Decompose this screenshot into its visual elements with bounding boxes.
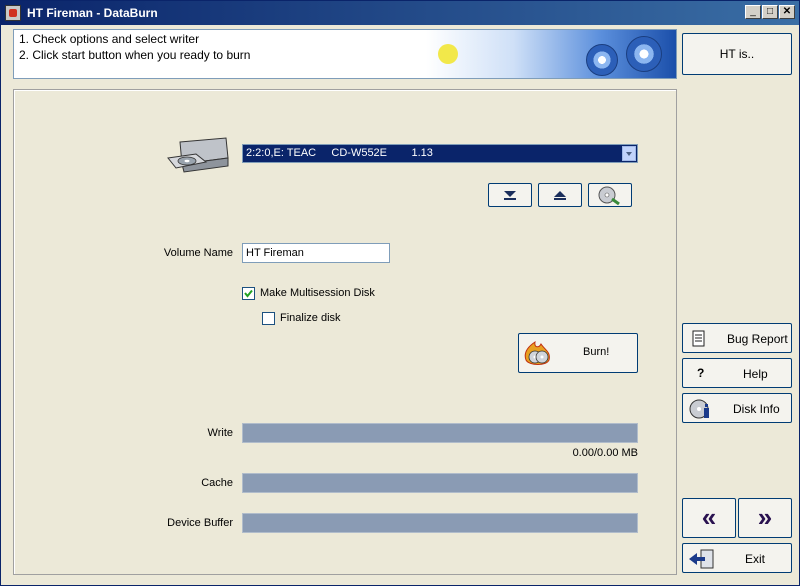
close-button[interactable]: ✕ bbox=[779, 5, 795, 19]
finalize-label[interactable]: Finalize disk bbox=[280, 312, 341, 324]
help-button[interactable]: ? Help bbox=[682, 358, 792, 388]
help-icon: ? bbox=[697, 366, 705, 380]
write-label: Write bbox=[207, 427, 233, 439]
eject-icon bbox=[554, 191, 566, 200]
app-window: HT Fireman - DataBurn _ □ ✕ 1. Check opt… bbox=[0, 0, 800, 586]
forward-icon: » bbox=[757, 502, 773, 532]
disc-search-button[interactable] bbox=[588, 183, 632, 207]
cd-drive-icon bbox=[167, 137, 229, 173]
load-tray-button[interactable] bbox=[488, 183, 532, 207]
minimize-button[interactable]: _ bbox=[745, 5, 761, 19]
title-bar[interactable]: HT Fireman - DataBurn _ □ ✕ bbox=[1, 1, 799, 25]
about-button-label: HT is.. bbox=[719, 47, 755, 61]
multisession-label[interactable]: Make Multisession Disk bbox=[260, 287, 375, 299]
write-progress-bar bbox=[242, 423, 638, 443]
burn-button-label: Burn! bbox=[583, 346, 610, 358]
back-icon: « bbox=[701, 502, 717, 532]
burn-button[interactable]: Burn! bbox=[518, 333, 638, 373]
volume-name-input[interactable] bbox=[242, 243, 390, 263]
instruction-line-2: 2. Click start button when you ready to … bbox=[19, 48, 251, 62]
exit-door-icon bbox=[689, 549, 714, 569]
burn-flame-icon bbox=[524, 340, 550, 365]
disk-info-button[interactable]: Disk Info bbox=[682, 393, 792, 423]
cd-disc-icon bbox=[586, 44, 618, 76]
multisession-checkbox[interactable] bbox=[242, 287, 255, 300]
load-tray-icon bbox=[504, 191, 516, 200]
instructions-panel: 1. Check options and select writer 2. Cl… bbox=[13, 29, 677, 79]
window-title: HT Fireman - DataBurn bbox=[27, 6, 158, 20]
device-buffer-progress-bar bbox=[242, 513, 638, 533]
forward-button[interactable]: » bbox=[738, 498, 792, 538]
disk-info-icon bbox=[689, 399, 709, 419]
sun-icon bbox=[438, 44, 458, 64]
instruction-line-1: 1. Check options and select writer bbox=[19, 32, 200, 46]
app-icon[interactable] bbox=[5, 5, 21, 21]
drive-select-value: 2:2:0,E: TEAC CD-W552E 1.13 bbox=[246, 147, 433, 159]
document-icon bbox=[692, 330, 705, 347]
write-size-text: 0.00/0.00 MB bbox=[572, 447, 638, 459]
volume-name-label: Volume Name bbox=[163, 247, 233, 259]
help-label: Help bbox=[743, 367, 768, 381]
back-button[interactable]: « bbox=[682, 498, 736, 538]
drive-select[interactable]: 2:2:0,E: TEAC CD-W552E 1.13 bbox=[242, 144, 638, 163]
finalize-checkbox[interactable] bbox=[262, 312, 275, 325]
chevron-down-icon[interactable] bbox=[622, 146, 636, 161]
disk-info-label: Disk Info bbox=[733, 402, 780, 416]
cache-progress-bar bbox=[242, 473, 638, 493]
banner-image bbox=[426, 30, 676, 78]
cd-disc-icon bbox=[626, 36, 662, 72]
exit-button[interactable]: Exit bbox=[682, 543, 792, 573]
about-button[interactable]: HT is.. bbox=[682, 33, 792, 75]
exit-label: Exit bbox=[745, 552, 766, 566]
eject-button[interactable] bbox=[538, 183, 582, 207]
cache-label: Cache bbox=[201, 477, 233, 489]
bug-report-button[interactable]: Bug Report bbox=[682, 323, 792, 353]
disc-search-icon bbox=[598, 186, 620, 206]
device-buffer-label: Device Buffer bbox=[167, 517, 233, 529]
bug-report-label: Bug Report bbox=[727, 332, 788, 346]
maximize-button[interactable]: □ bbox=[762, 5, 778, 19]
check-icon bbox=[244, 289, 253, 298]
